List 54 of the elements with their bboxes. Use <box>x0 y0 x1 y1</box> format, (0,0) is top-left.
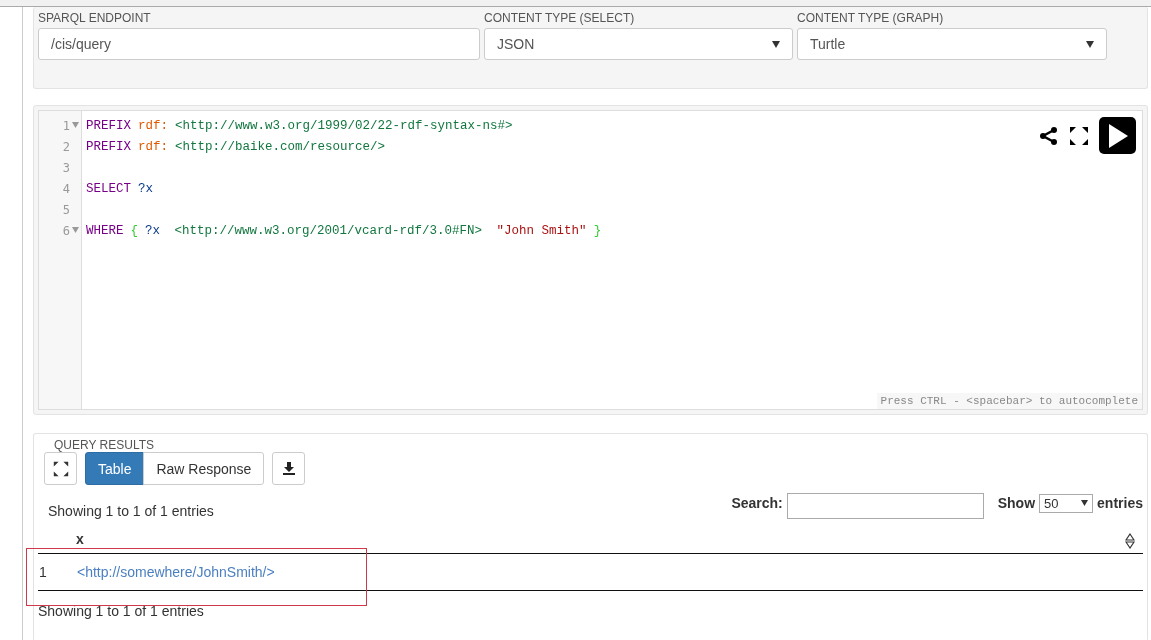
content-type-dropdown[interactable]: JSON <box>484 28 793 60</box>
code-token: { <box>130 223 139 238</box>
line-number: 1 <box>62 118 70 133</box>
code-token: SELECT <box>86 181 131 196</box>
code-token: PREFIX <box>86 139 131 154</box>
line-number: 3 <box>62 160 70 175</box>
download-icon <box>282 462 295 475</box>
result-link[interactable]: <http://somewhere/JohnSmith/> <box>77 564 275 580</box>
fold-icon[interactable] <box>72 226 79 233</box>
page-size-dropdown[interactable]: 50 <box>1039 493 1094 513</box>
code-token: ?x <box>138 181 154 196</box>
expand-button[interactable] <box>44 452 77 485</box>
code-token: <http://www.w3.org/2001/vcard-rdf/3.0#FN> <box>173 223 483 238</box>
line-number: 6 <box>62 223 70 238</box>
fullscreen-icon[interactable] <box>1069 125 1089 146</box>
fold-icon[interactable] <box>72 121 79 128</box>
code-token: "John Smith" <box>495 223 587 238</box>
code-token: <http://www.w3.org/1999/02/22-rdf-syntax-ns#> <box>175 118 513 133</box>
code-token: } <box>593 223 602 238</box>
code-token: rdf: <box>138 118 169 133</box>
results-title: QUERY RESULTS <box>53 438 156 452</box>
play-icon <box>1106 122 1129 149</box>
caret-icon <box>772 40 780 48</box>
column-header[interactable]: x <box>76 531 84 547</box>
sort-icon[interactable] <box>1125 533 1135 549</box>
entries-info: Showing 1 to 1 of 1 entries <box>38 602 205 619</box>
share-icon[interactable] <box>1039 125 1059 146</box>
caret-icon <box>1086 40 1094 48</box>
view-tab[interactable]: Table <box>85 452 145 485</box>
field-label: CONTENT TYPE (GRAPH) <box>797 11 945 25</box>
entries-info: Showing 1 to 1 of 1 entries <box>48 503 214 519</box>
search-field[interactable] <box>786 493 984 519</box>
code-token: WHERE <box>86 223 124 238</box>
code-token: ?x <box>145 223 161 238</box>
endpoint-field[interactable]: /cis/query <box>38 28 480 60</box>
graph-type-dropdown[interactable]: Turtle <box>797 28 1107 60</box>
line-number: 4 <box>62 181 70 196</box>
field-label: SPARQL ENDPOINT <box>38 11 152 25</box>
download-button[interactable] <box>272 452 306 485</box>
code-token: rdf: <box>138 139 169 154</box>
run-button[interactable] <box>1099 117 1136 154</box>
fullscreen-icon <box>52 460 69 477</box>
code-token: <http://baike.com/resource/> <box>175 139 386 154</box>
show-label: Show <box>997 495 1036 511</box>
search-label: Search: <box>731 495 783 511</box>
entries-label: entries <box>1097 495 1143 511</box>
view-tab[interactable]: Raw Response <box>143 452 265 485</box>
caret-icon <box>1081 500 1089 506</box>
line-number: 2 <box>62 139 70 154</box>
autocomplete-hint: Press CTRL - <spacebar> to autocomplete <box>876 393 1142 409</box>
code-token: PREFIX <box>86 118 131 133</box>
row-number: 1 <box>38 553 77 591</box>
field-label: CONTENT TYPE (SELECT) <box>484 11 636 25</box>
line-number: 5 <box>62 202 70 217</box>
